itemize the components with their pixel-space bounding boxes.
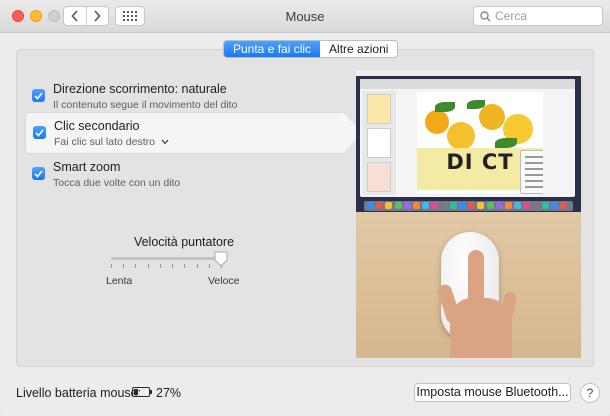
option-subtitle: Il contenuto segue il movimento del dito xyxy=(53,99,238,111)
battery-icon xyxy=(132,387,152,397)
dock-app-icon xyxy=(486,202,494,209)
dock-app-icon xyxy=(367,202,374,209)
option-title: Direzione scorrimento: naturale xyxy=(53,82,227,96)
preferences-window: Mouse Cerca Punta e fai clic Altre azion… xyxy=(0,0,610,416)
option-title: Smart zoom xyxy=(53,160,121,174)
scroll-direction-checkbox[interactable] xyxy=(32,89,45,102)
checkmark-icon xyxy=(34,91,43,100)
dock-app-icon xyxy=(431,202,439,209)
search-field[interactable]: Cerca xyxy=(473,6,603,26)
dock-app-icon xyxy=(523,202,531,209)
dock-app-icon xyxy=(560,202,568,209)
battery-percent: 27% xyxy=(156,386,182,400)
setup-bluetooth-mouse-button[interactable]: Imposta mouse Bluetooth... xyxy=(414,383,571,402)
dock-app-icon xyxy=(385,202,393,209)
speed-max-label: Veloce xyxy=(208,275,240,287)
slider-tick xyxy=(135,264,137,268)
dock-app-icon xyxy=(449,202,457,209)
preview-dock xyxy=(364,201,573,211)
dock-app-icon xyxy=(532,202,540,209)
tab-more-gestures[interactable]: Altre azioni xyxy=(320,41,397,57)
slider-tick xyxy=(159,264,161,268)
secondary-click-checkbox[interactable] xyxy=(33,126,46,139)
dock-app-icon xyxy=(495,202,503,209)
slider-tick xyxy=(184,264,186,268)
dock-app-icon xyxy=(551,202,558,209)
option-subtitle: Tocca due volte con un dito xyxy=(53,177,181,189)
slider-tick xyxy=(196,264,198,268)
dock-app-icon xyxy=(514,202,522,209)
slider-tick xyxy=(172,264,174,268)
option-secondary-click[interactable]: Clic secondario Fai clic sul lato destro xyxy=(25,112,361,154)
dock-app-icon xyxy=(459,202,466,209)
secondary-click-dropdown[interactable]: Fai clic sul lato destro xyxy=(54,136,169,148)
dock-app-icon xyxy=(394,202,402,209)
chevron-down-icon xyxy=(161,139,169,145)
slider-tick xyxy=(208,264,210,268)
option-subtitle: Fai clic sul lato destro xyxy=(54,136,155,148)
title-bar: Mouse Cerca xyxy=(0,0,610,33)
dock-app-icon xyxy=(477,202,485,209)
tab-bar: Punta e fai clic Altre azioni xyxy=(223,40,399,58)
tab-point-and-click[interactable]: Punta e fai clic xyxy=(224,41,321,57)
option-smart-zoom[interactable]: Smart zoom Tocca due volte con un dito xyxy=(25,154,343,196)
battery-level-label: Livello batteria mouse: xyxy=(16,386,142,400)
dock-app-icon xyxy=(468,202,476,209)
smart-zoom-checkbox[interactable] xyxy=(32,167,45,180)
tracking-speed-slider[interactable] xyxy=(111,257,221,260)
slider-tick xyxy=(111,264,112,268)
preview-screen: DI CT xyxy=(356,70,581,212)
preview-document: DI CT xyxy=(417,92,543,194)
dock-app-icon xyxy=(413,202,420,209)
checkmark-icon xyxy=(35,128,44,137)
slider-knob[interactable] xyxy=(214,251,228,267)
checkmark-icon xyxy=(34,169,43,178)
speed-min-label: Lenta xyxy=(106,275,133,287)
battery-fill xyxy=(134,389,138,395)
search-icon xyxy=(480,10,491,22)
settings-panel: Direzione scorrimento: naturale Il conte… xyxy=(16,49,594,367)
dock-app-icon xyxy=(440,202,448,209)
dock-app-icon xyxy=(422,202,430,209)
option-title: Clic secondario xyxy=(54,119,140,133)
help-icon[interactable]: ? xyxy=(580,383,600,403)
dock-app-icon xyxy=(541,202,549,209)
gesture-preview: DI CT xyxy=(356,70,581,358)
dock-app-icon xyxy=(403,202,411,209)
preview-context-menu xyxy=(520,150,543,194)
dock-app-icon xyxy=(505,202,512,209)
dock-app-icon xyxy=(376,202,384,209)
slider-tick xyxy=(123,264,125,268)
search-placeholder: Cerca xyxy=(495,9,528,23)
slider-tick xyxy=(147,264,149,268)
tracking-speed-label: Velocità puntatore xyxy=(133,235,235,249)
